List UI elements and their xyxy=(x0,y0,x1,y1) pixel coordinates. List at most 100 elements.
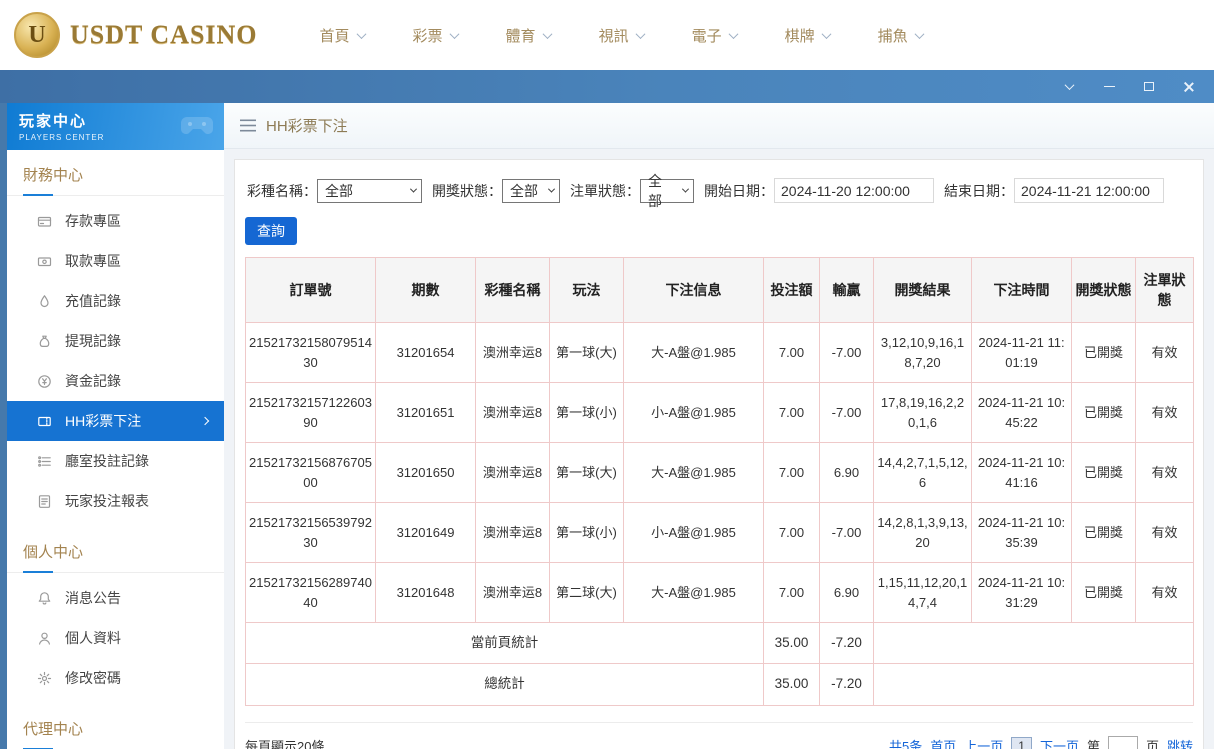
cell-period: 31201651 xyxy=(375,382,476,443)
cell-period: 31201650 xyxy=(375,442,476,503)
chevron-down-icon xyxy=(728,28,739,39)
window-collapse-button[interactable] xyxy=(1062,80,1076,94)
sidebar-item-recharge-record[interactable]: 充值記錄 xyxy=(7,281,224,321)
nav-item-home[interactable]: 首頁 xyxy=(320,25,366,46)
nav-item-electronic[interactable]: 電子 xyxy=(692,25,739,46)
end-date-input[interactable] xyxy=(1014,178,1164,203)
hamburger-menu-icon[interactable] xyxy=(240,119,256,132)
start-date-input[interactable] xyxy=(774,178,934,203)
cell-time: 2024-11-21 11:01:19 xyxy=(971,322,1072,383)
total-summary-empty xyxy=(873,663,1194,706)
cell-winloss: -7.00 xyxy=(819,322,874,383)
nav-item-fishing[interactable]: 捕魚 xyxy=(878,25,925,46)
cell-play: 第一球(小) xyxy=(549,502,624,563)
column-header-result: 開獎結果 xyxy=(873,257,972,323)
sidebar-item-withdrawal-zone[interactable]: 取款專區 xyxy=(7,241,224,281)
sidebar-item-fund-record[interactable]: 資金記錄 xyxy=(7,361,224,401)
cell-winloss: 6.90 xyxy=(819,442,874,503)
sidebar-item-announcements[interactable]: 消息公告 xyxy=(7,578,224,618)
cell-order: 2152173215712260390 xyxy=(245,382,376,443)
column-header-order: 訂單號 xyxy=(245,257,376,323)
list-icon xyxy=(38,455,51,467)
pagination: 共5条 首页 上一页 1 下一页 第 页 跳转 xyxy=(889,735,1193,749)
sidebar-item-profile[interactable]: 個人資料 xyxy=(7,618,224,658)
cell-time: 2024-11-21 10:31:29 xyxy=(971,562,1072,623)
cell-result: 17,8,19,16,2,20,1,6 xyxy=(873,382,972,443)
jump-label-before: 第 xyxy=(1086,739,1100,749)
cell-bet-status: 有效 xyxy=(1135,502,1194,563)
cell-result: 1,15,11,12,20,14,7,4 xyxy=(873,562,972,623)
cell-order: 2152173215653979230 xyxy=(245,502,376,563)
prev-page-link[interactable]: 上一页 xyxy=(964,736,1003,749)
bets-table: 訂單號 期數 彩種名稱 玩法 下注信息 投注額 輸贏 開獎結果 下注時間 開獎狀… xyxy=(245,257,1194,706)
main-nav: 首頁 彩票 體育 視訊 電子 棋牌 捕魚 xyxy=(320,25,925,46)
cell-lottery: 澳洲幸运8 xyxy=(475,322,550,383)
nav-item-sports[interactable]: 體育 xyxy=(506,25,553,46)
lottery-name-label: 彩種名稱： xyxy=(247,182,317,199)
gear-icon xyxy=(37,671,52,685)
column-header-period: 期數 xyxy=(375,257,476,323)
query-button[interactable]: 查詢 xyxy=(245,217,297,245)
sidebar-item-withdraw-record[interactable]: 提現記錄 xyxy=(7,321,224,361)
sidebar-item-change-password[interactable]: 修改密碼 xyxy=(7,658,224,698)
maximize-icon xyxy=(1144,82,1154,91)
current-page-button[interactable]: 1 xyxy=(1011,736,1032,749)
cell-info: 大-A盤@1.985 xyxy=(623,442,764,503)
cell-winloss: -7.00 xyxy=(819,382,874,443)
cell-draw-status: 已開獎 xyxy=(1071,562,1136,623)
draw-status-select[interactable]: 全部 xyxy=(502,178,560,203)
window-controls xyxy=(1062,70,1196,103)
sidebar-item-hh-lottery-bets[interactable]: HH彩票下注 xyxy=(7,401,224,441)
cell-period: 31201649 xyxy=(375,502,476,563)
chevron-down-icon xyxy=(547,185,556,193)
cell-bet-status: 有效 xyxy=(1135,562,1194,623)
column-header-bet-status: 注單狀態 xyxy=(1135,257,1194,323)
cell-bet-status: 有效 xyxy=(1135,322,1194,383)
cell-play: 第二球(大) xyxy=(549,562,624,623)
top-bar: U USDT CASINO 首頁 彩票 體育 視訊 電子 棋牌 捕魚 xyxy=(0,0,1214,70)
window-maximize-button[interactable] xyxy=(1142,80,1156,94)
section-agent-center[interactable]: 代理中心 xyxy=(7,704,224,749)
column-header-winloss: 輸贏 xyxy=(819,257,874,323)
nav-item-video[interactable]: 視訊 xyxy=(599,25,646,46)
lottery-name-select[interactable]: 全部 xyxy=(317,178,422,203)
page-summary-winloss: -7.20 xyxy=(819,621,874,665)
cell-play: 第一球(大) xyxy=(549,442,624,503)
cell-bet-status: 有效 xyxy=(1135,382,1194,443)
page-summary-label: 當前頁統計 xyxy=(245,621,764,665)
cell-draw-status: 已開獎 xyxy=(1071,322,1136,383)
cell-amount: 7.00 xyxy=(763,502,820,563)
section-finance-center[interactable]: 財務中心 xyxy=(7,150,224,196)
content-body: 彩種名稱： 全部 開獎狀態： 全部 注單狀態： 全部 開始日期： 結束日期： xyxy=(224,149,1214,749)
cell-draw-status: 已開獎 xyxy=(1071,442,1136,503)
cell-lottery: 澳洲幸运8 xyxy=(475,502,550,563)
nav-item-cards[interactable]: 棋牌 xyxy=(785,25,832,46)
finance-items: 存款專區 取款專區 充值記錄 提現記錄 資金記錄 HH彩票下注 廳室投註記錄 玩… xyxy=(7,196,224,527)
per-page-text: 每頁顯示20條 xyxy=(245,739,325,749)
cell-amount: 7.00 xyxy=(763,562,820,623)
table-row: 2152173215712260390 31201651 澳洲幸运8 第一球(小… xyxy=(245,382,1194,443)
first-page-link[interactable]: 首页 xyxy=(930,736,956,749)
person-icon xyxy=(39,632,50,645)
window-minimize-button[interactable] xyxy=(1102,80,1116,94)
page-summary-empty xyxy=(873,621,1194,665)
next-page-link[interactable]: 下一页 xyxy=(1040,736,1079,749)
cell-result: 3,12,10,9,16,18,7,20 xyxy=(873,322,972,383)
sidebar-item-deposit-zone[interactable]: 存款專區 xyxy=(7,201,224,241)
brand-logo[interactable]: U USDT CASINO xyxy=(14,12,258,58)
brand-emblem-icon: U xyxy=(14,12,60,58)
bet-status-select[interactable]: 全部 xyxy=(640,173,694,209)
nav-item-lottery[interactable]: 彩票 xyxy=(413,25,459,46)
total-summary-row: 總統計 35.00 -7.20 xyxy=(245,663,1194,706)
sidebar-item-player-bet-report[interactable]: 玩家投注報表 xyxy=(7,481,224,521)
chevron-down-icon xyxy=(821,28,832,39)
column-header-info: 下注信息 xyxy=(623,257,764,323)
sidebar-item-room-bet-record[interactable]: 廳室投註記錄 xyxy=(7,441,224,481)
window-close-button[interactable] xyxy=(1182,80,1196,94)
jump-page-input[interactable] xyxy=(1107,735,1138,749)
section-personal-center[interactable]: 個人中心 xyxy=(7,527,224,573)
cell-time: 2024-11-21 10:41:16 xyxy=(971,442,1072,503)
droplet-icon xyxy=(40,294,49,307)
table-header-row: 訂單號 期數 彩種名稱 玩法 下注信息 投注額 輸贏 開獎結果 下注時間 開獎狀… xyxy=(245,257,1194,323)
jump-action-link[interactable]: 跳转 xyxy=(1167,736,1193,749)
